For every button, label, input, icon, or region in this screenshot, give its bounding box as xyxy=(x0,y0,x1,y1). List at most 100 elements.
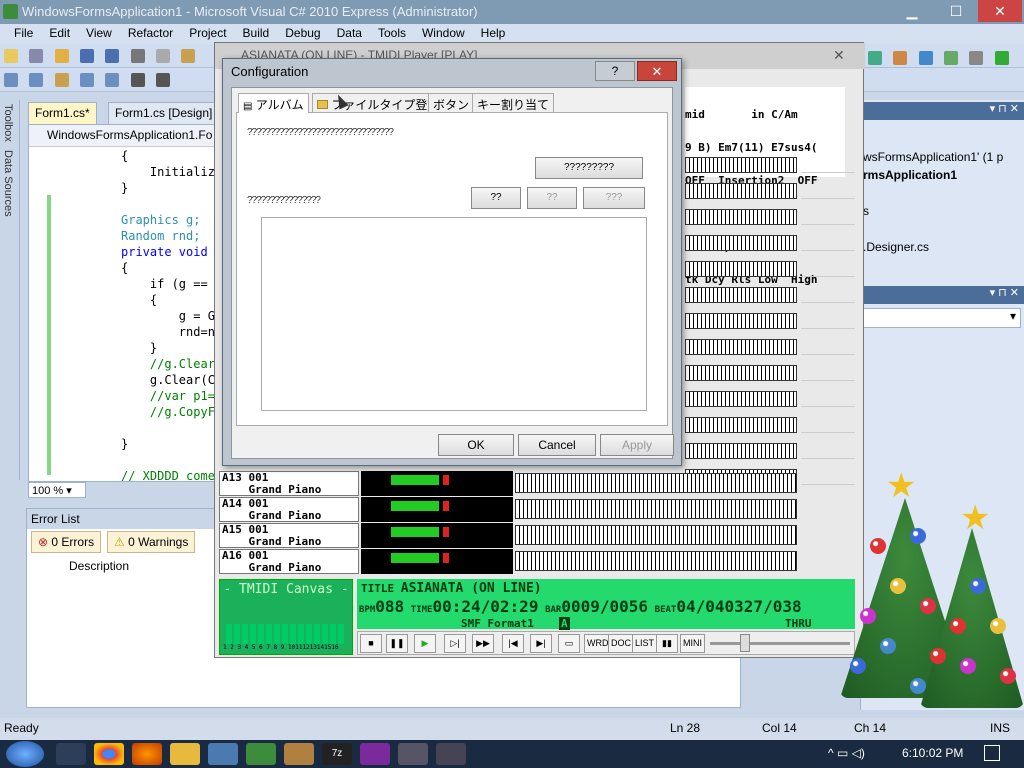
tmidi-taskbar-icon[interactable] xyxy=(436,743,466,765)
tab-form1-cs[interactable]: Form1.cs* xyxy=(28,102,97,124)
toolbar-icon-r3[interactable] xyxy=(918,51,933,65)
warnings-filter-button[interactable]: ⚠ 0 Warnings xyxy=(107,531,196,553)
tab-buttons[interactable]: ボタン xyxy=(428,93,475,113)
menu-item-refactor[interactable]: Refactor xyxy=(120,24,181,44)
toolbox-tab[interactable]: Toolbox xyxy=(0,100,16,146)
description-column-header[interactable]: Description xyxy=(69,559,129,573)
menu-item-view[interactable]: View xyxy=(78,24,120,44)
album-edit-button[interactable]: ?? xyxy=(527,187,577,209)
ok-button[interactable]: OK xyxy=(438,434,514,456)
channel-label: A15 001 Grand Piano xyxy=(219,523,359,548)
toolbar-icon-r4[interactable] xyxy=(944,51,959,65)
previous-icon[interactable]: |◀ xyxy=(502,634,524,653)
tab-key-assign[interactable]: キー割り当て xyxy=(472,93,555,113)
chrome-icon[interactable] xyxy=(94,743,124,765)
open-file-icon[interactable] xyxy=(54,49,69,63)
menu-item-debug[interactable]: Debug xyxy=(277,24,328,44)
new-project-icon[interactable] xyxy=(4,49,18,63)
tray-icons[interactable]: ^ ▭ ◁) xyxy=(828,746,892,762)
doc-button[interactable]: DOC xyxy=(608,634,634,653)
solution-line-1[interactable]: rmsApplication1 xyxy=(863,168,957,182)
toolbar-icon-r6[interactable] xyxy=(994,51,1009,65)
toolbar-icon-2[interactable] xyxy=(29,73,44,87)
zoom-selector[interactable]: 100 % ▾ xyxy=(28,482,86,498)
firefox-icon[interactable] xyxy=(132,743,162,765)
menu-item-edit[interactable]: Edit xyxy=(41,24,78,44)
status-ready: Ready xyxy=(4,721,39,735)
notifications-icon[interactable] xyxy=(984,745,1000,761)
tmidi-close-icon[interactable]: ✕ xyxy=(833,47,845,64)
album-delete-button[interactable]: ??? xyxy=(583,187,645,209)
window-icon[interactable]: ▭ xyxy=(558,634,580,653)
cancel-button[interactable]: Cancel xyxy=(518,434,596,456)
close-button[interactable]: ✕ xyxy=(978,0,1022,22)
play-icon[interactable]: ▶ xyxy=(414,634,436,653)
tab-file-type[interactable]: ファイルタイプ登録 xyxy=(312,93,445,113)
channel-row[interactable]: A16 001 Grand Piano xyxy=(219,549,859,574)
album-add-button[interactable]: ?? xyxy=(471,187,521,209)
dialog-body: ▤ アルバム ファイルタイプ登録 ボタン キー割り当て ????????????… xyxy=(231,87,674,459)
file-explorer-icon[interactable] xyxy=(170,743,200,765)
app-icon-1[interactable] xyxy=(208,743,238,765)
cut-icon[interactable] xyxy=(130,49,145,63)
bauble xyxy=(850,658,866,674)
tab-form1-design[interactable]: Form1.cs [Design] xyxy=(108,102,220,124)
toolbar-icon-4[interactable] xyxy=(80,73,95,87)
data-sources-tab[interactable]: Data Sources xyxy=(0,146,16,221)
start-button[interactable] xyxy=(6,741,44,767)
channel-row[interactable]: A13 001 Grand Piano xyxy=(219,471,859,496)
toolbar-icon-r2[interactable] xyxy=(893,51,908,65)
errors-filter-button[interactable]: ⊗ 0 Errors xyxy=(31,531,102,553)
7zip-icon[interactable]: 7z xyxy=(322,743,352,765)
menu-item-project[interactable]: Project xyxy=(181,24,234,44)
properties-object-selector[interactable]: ▾ xyxy=(861,308,1021,328)
tab-album[interactable]: ▤ アルバム xyxy=(238,93,309,113)
task-view-icon[interactable] xyxy=(56,743,86,765)
outdent-icon[interactable] xyxy=(156,73,171,87)
pause-icon[interactable]: ❚❚ xyxy=(386,634,408,653)
menu-item-window[interactable]: Window xyxy=(414,24,473,44)
menu-item-help[interactable]: Help xyxy=(473,24,514,44)
minimize-button[interactable]: ▁ xyxy=(890,0,934,22)
dialog-help-button[interactable]: ? xyxy=(595,61,635,81)
toolbar-icon-3[interactable] xyxy=(54,73,69,87)
paste-icon[interactable] xyxy=(181,49,196,63)
menu-item-data[interactable]: Data xyxy=(329,24,370,44)
copy-icon[interactable] xyxy=(156,49,171,63)
toolbar-icon-r1[interactable] xyxy=(868,51,882,65)
maximize-button[interactable]: ☐ xyxy=(934,0,978,22)
toolbar-icon-5[interactable] xyxy=(105,73,120,87)
save-all-icon[interactable] xyxy=(105,49,120,63)
list-button[interactable]: LIST xyxy=(632,634,658,653)
album-action-button[interactable]: ????????? xyxy=(535,157,643,179)
volume-slider-thumb[interactable] xyxy=(740,634,750,652)
taskbar-clock[interactable]: 6:10:02 PM xyxy=(902,746,963,760)
menu-item-file[interactable]: File xyxy=(6,24,41,44)
app-icon-4[interactable] xyxy=(398,743,428,765)
menu-item-tools[interactable]: Tools xyxy=(370,24,414,44)
dialog-close-button[interactable]: ✕ xyxy=(637,61,677,81)
solution-line-3[interactable]: .Designer.cs xyxy=(863,240,929,254)
menu-item-build[interactable]: Build xyxy=(235,24,278,44)
step-icon[interactable]: ▷| xyxy=(444,634,466,653)
app-icon-3[interactable] xyxy=(360,743,390,765)
indent-icon[interactable] xyxy=(130,73,145,87)
app-icon-2[interactable] xyxy=(284,743,314,765)
add-item-icon[interactable] xyxy=(29,49,44,63)
toolbar-icon-1[interactable] xyxy=(4,73,18,87)
toolbar-icon-r5[interactable] xyxy=(969,51,984,65)
channel-row[interactable]: A14 001 Grand Piano xyxy=(219,497,859,522)
spectrum-icon[interactable]: ▮▮ xyxy=(656,634,678,653)
mini-button[interactable]: MINI xyxy=(680,634,705,653)
next-icon[interactable]: ▶| xyxy=(530,634,552,653)
album-listbox[interactable] xyxy=(261,217,647,411)
save-icon[interactable] xyxy=(80,49,95,63)
stop-icon[interactable]: ■ xyxy=(360,634,382,653)
fast-forward-icon[interactable]: ▶▶ xyxy=(472,634,494,653)
channel-row[interactable]: A15 001 Grand Piano xyxy=(219,523,859,548)
visual-studio-taskbar-icon[interactable] xyxy=(246,743,276,765)
vs-app-icon xyxy=(3,4,18,19)
apply-button[interactable]: Apply xyxy=(600,434,674,456)
solution-line-0[interactable]: wsFormsApplication1' (1 p xyxy=(863,150,1003,164)
bauble xyxy=(910,678,926,694)
